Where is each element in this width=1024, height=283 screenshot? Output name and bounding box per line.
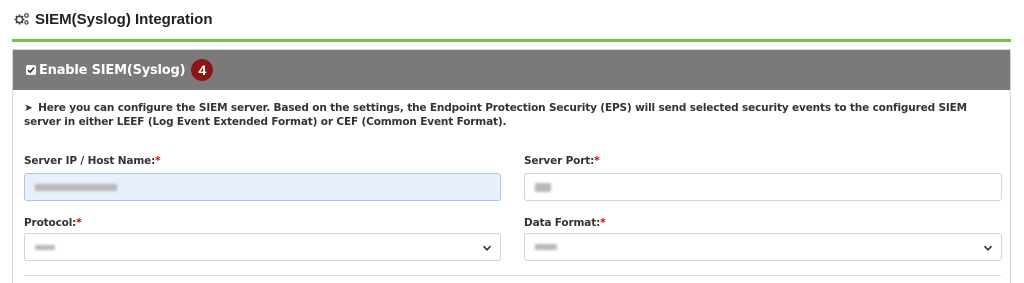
redacted-value: [35, 244, 55, 250]
required-mark: *: [76, 217, 82, 229]
server-ip-label: Server IP / Host Name:*: [24, 155, 161, 167]
protocol-select[interactable]: [24, 233, 501, 261]
chevron-down-icon: [983, 243, 993, 253]
server-port-label-text: Server Port:: [524, 155, 595, 167]
info-text: ➤ Here you can configure the SIEM server…: [24, 101, 1002, 129]
redacted-value: [35, 183, 117, 191]
siem-settings-page: SIEM(Syslog) Integration Enable SIEM(Sys…: [0, 0, 1024, 283]
title-divider: [12, 39, 1011, 42]
data-format-label: Data Format:*: [524, 217, 606, 229]
server-port-label: Server Port:*: [524, 155, 600, 167]
info-description: Here you can configure the SIEM server. …: [24, 102, 967, 128]
chevron-down-icon: [482, 243, 492, 253]
required-mark: *: [600, 217, 606, 229]
protocol-label-text: Protocol:: [24, 217, 77, 229]
page-title-text: SIEM(Syslog) Integration: [35, 10, 213, 28]
redacted-value: [535, 244, 557, 250]
required-mark: *: [155, 155, 161, 167]
page-title: SIEM(Syslog) Integration: [14, 9, 213, 29]
redacted-value: [535, 182, 551, 192]
server-ip-input[interactable]: [24, 173, 501, 201]
step-badge: 4: [191, 59, 214, 81]
check-icon: [27, 67, 35, 74]
required-mark: *: [594, 155, 600, 167]
server-ip-label-text: Server IP / Host Name:: [24, 155, 156, 167]
enable-siem-checkbox[interactable]: [26, 65, 36, 75]
enable-siem-label[interactable]: Enable SIEM(Syslog): [39, 63, 186, 78]
gears-icon: [14, 12, 30, 26]
protocol-label: Protocol:*: [24, 217, 82, 229]
data-format-select[interactable]: [524, 233, 1002, 261]
arrow-icon: ➤: [24, 102, 33, 114]
panel-header: Enable SIEM(Syslog) 4: [13, 50, 1010, 90]
section-divider: [24, 275, 1001, 276]
data-format-label-text: Data Format:: [524, 217, 601, 229]
server-port-input[interactable]: [524, 173, 1002, 201]
siem-panel: Enable SIEM(Syslog) 4 ➤ Here you can con…: [12, 49, 1011, 283]
